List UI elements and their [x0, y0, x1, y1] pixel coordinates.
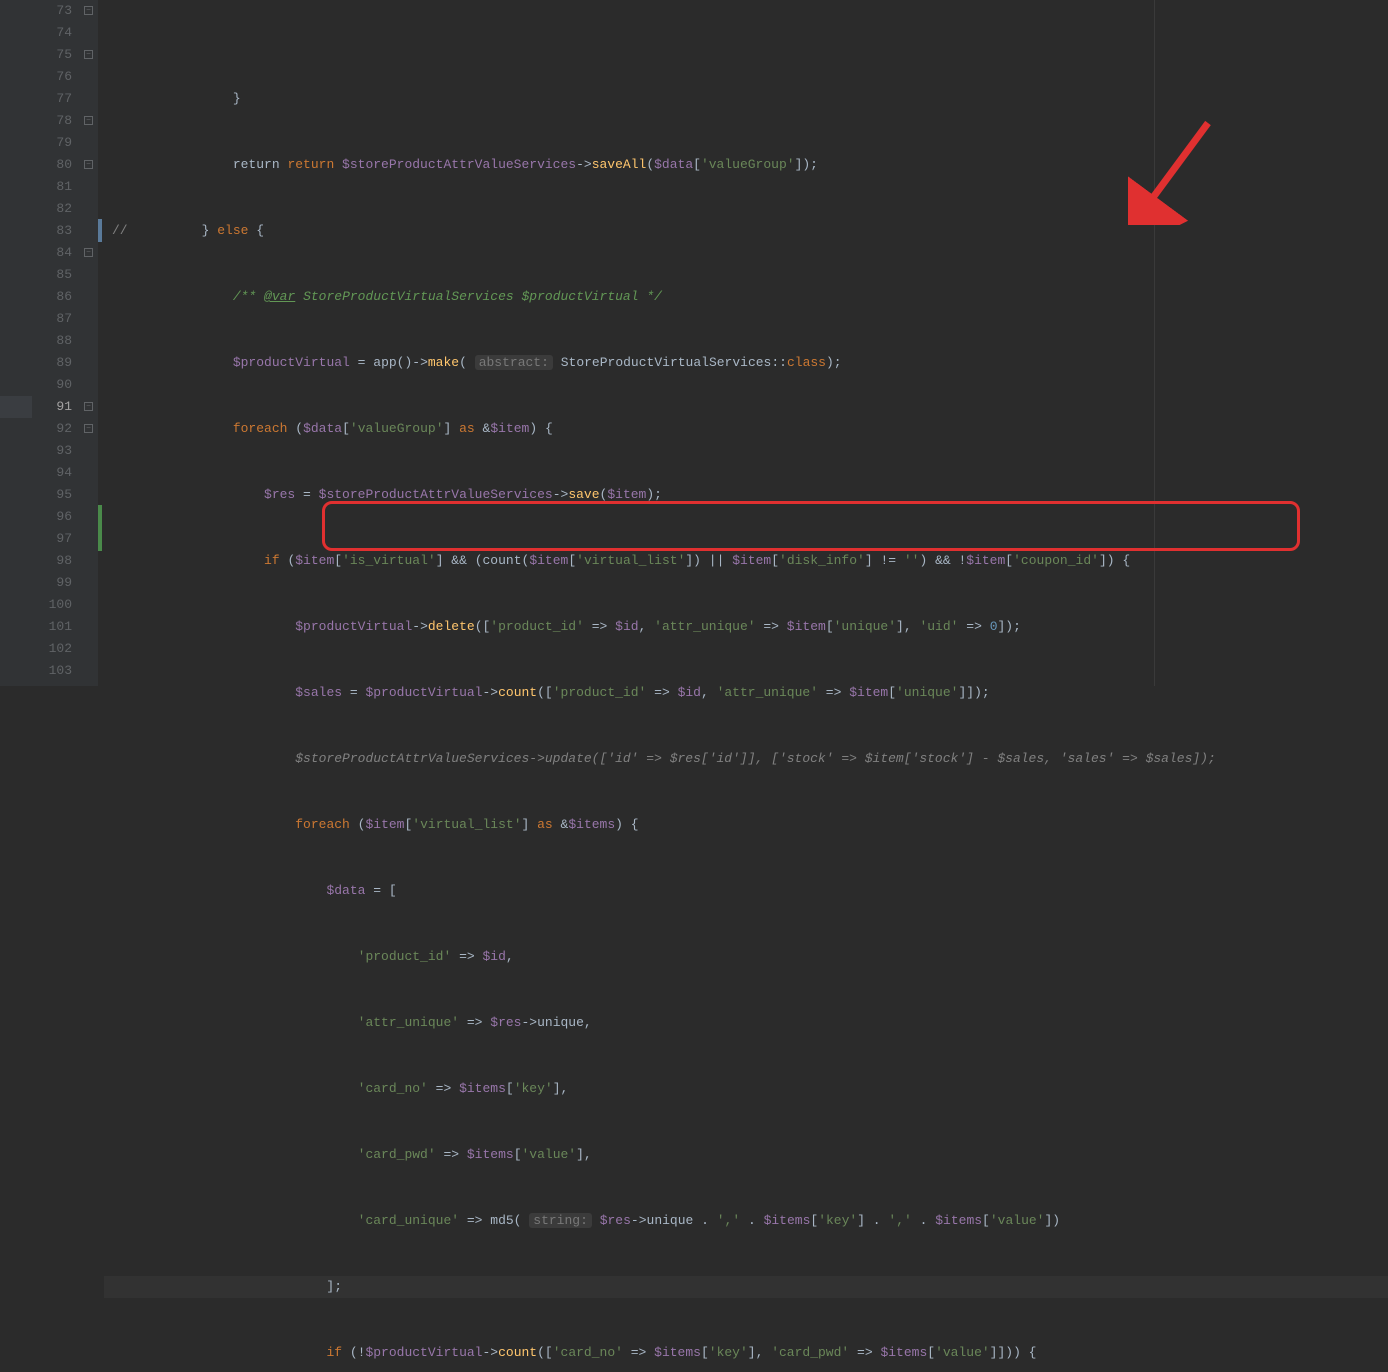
- left-margin: [0, 0, 32, 686]
- line-number[interactable]: 93: [32, 440, 72, 462]
- fold-toggle-icon[interactable]: −: [84, 160, 93, 169]
- code-line-current[interactable]: ];: [104, 1276, 1388, 1298]
- line-number[interactable]: 100: [32, 594, 72, 616]
- line-number[interactable]: 86: [32, 286, 72, 308]
- code-line[interactable]: }: [104, 88, 1388, 110]
- code-line[interactable]: $data = [: [104, 880, 1388, 902]
- line-number[interactable]: 103: [32, 660, 72, 682]
- line-number[interactable]: 99: [32, 572, 72, 594]
- fold-toggle-icon[interactable]: −: [84, 6, 93, 15]
- line-number[interactable]: 73: [32, 0, 72, 22]
- line-number-gutter[interactable]: 73 74 75 76 77 78 79 80 81 82 83 84 85 8…: [32, 0, 80, 686]
- code-line[interactable]: return return $storeProductAttrValueServ…: [104, 154, 1388, 176]
- code-line[interactable]: 'card_no' => $items['key'],: [104, 1078, 1388, 1100]
- code-line[interactable]: 'attr_unique' => $res->unique,: [104, 1012, 1388, 1034]
- code-line[interactable]: $res = $storeProductAttrValueServices->s…: [104, 484, 1388, 506]
- line-number[interactable]: 78: [32, 110, 72, 132]
- fold-toggle-icon[interactable]: −: [84, 50, 93, 59]
- code-line[interactable]: foreach ($data['valueGroup'] as &$item) …: [104, 418, 1388, 440]
- code-line[interactable]: 'product_id' => $id,: [104, 946, 1388, 968]
- line-number[interactable]: 77: [32, 88, 72, 110]
- line-number[interactable]: 74: [32, 22, 72, 44]
- line-number[interactable]: 83: [32, 220, 72, 242]
- fold-toggle-icon[interactable]: −: [84, 402, 93, 411]
- line-number[interactable]: 95: [32, 484, 72, 506]
- line-number[interactable]: 88: [32, 330, 72, 352]
- line-number[interactable]: 89: [32, 352, 72, 374]
- code-line[interactable]: foreach ($item['virtual_list'] as &$item…: [104, 814, 1388, 836]
- parameter-hint: string:: [529, 1213, 592, 1228]
- fold-column[interactable]: − − − − − − −: [80, 0, 98, 686]
- line-number[interactable]: 102: [32, 638, 72, 660]
- line-number[interactable]: 98: [32, 550, 72, 572]
- code-editor[interactable]: 73 74 75 76 77 78 79 80 81 82 83 84 85 8…: [0, 0, 1388, 686]
- line-number[interactable]: 76: [32, 66, 72, 88]
- fold-toggle-icon[interactable]: −: [84, 116, 93, 125]
- line-number[interactable]: 101: [32, 616, 72, 638]
- code-line[interactable]: if ($item['is_virtual'] && (count($item[…: [104, 550, 1388, 572]
- code-area[interactable]: } return return $storeProductAttrValueSe…: [104, 0, 1388, 686]
- line-number[interactable]: 75: [32, 44, 72, 66]
- code-line[interactable]: if (!$productVirtual->count(['card_no' =…: [104, 1342, 1388, 1364]
- line-number[interactable]: 91: [32, 396, 72, 418]
- line-number[interactable]: 97: [32, 528, 72, 550]
- line-number[interactable]: 84: [32, 242, 72, 264]
- code-line[interactable]: $storeProductAttrValueServices->update([…: [104, 748, 1388, 770]
- code-line[interactable]: /** @var StoreProductVirtualServices $pr…: [104, 286, 1388, 308]
- line-number[interactable]: 94: [32, 462, 72, 484]
- line-number[interactable]: 82: [32, 198, 72, 220]
- line-number[interactable]: 87: [32, 308, 72, 330]
- line-number[interactable]: 80: [32, 154, 72, 176]
- line-number[interactable]: 96: [32, 506, 72, 528]
- line-number[interactable]: 81: [32, 176, 72, 198]
- fold-toggle-icon[interactable]: −: [84, 248, 93, 257]
- line-number[interactable]: 79: [32, 132, 72, 154]
- code-line[interactable]: } else {: [104, 220, 1388, 242]
- code-line[interactable]: $productVirtual->delete(['product_id' =>…: [104, 616, 1388, 638]
- parameter-hint: abstract:: [475, 355, 553, 370]
- code-line[interactable]: $productVirtual = app()->make( abstract:…: [104, 352, 1388, 374]
- code-line[interactable]: 'card_unique' => md5( string: $res->uniq…: [104, 1210, 1388, 1232]
- code-line[interactable]: 'card_pwd' => $items['value'],: [104, 1144, 1388, 1166]
- code-line[interactable]: $sales = $productVirtual->count(['produc…: [104, 682, 1388, 704]
- line-number[interactable]: 90: [32, 374, 72, 396]
- comment-marker: //: [112, 220, 128, 242]
- right-margin-guide: [1154, 0, 1155, 686]
- fold-toggle-icon[interactable]: −: [84, 424, 93, 433]
- line-number[interactable]: 92: [32, 418, 72, 440]
- line-number[interactable]: 85: [32, 264, 72, 286]
